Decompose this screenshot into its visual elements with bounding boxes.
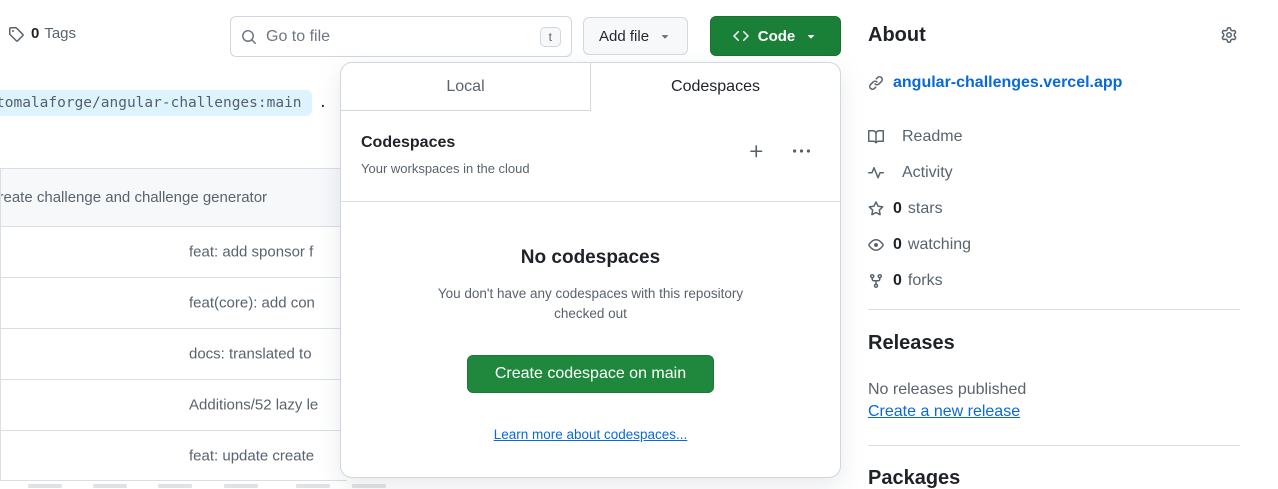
code-icon: [733, 28, 749, 44]
empty-state-description: You don't have any codespaces with this …: [436, 284, 746, 323]
sidebar-divider: [868, 445, 1240, 446]
table-row[interactable]: feat: add sponsor f: [1, 226, 347, 277]
repo-meta-list: Readme Activity 0 stars 0 watching: [868, 119, 971, 299]
about-heading: About: [868, 24, 926, 47]
code-dropdown-panel: Local Codespaces Codespaces Your workspa…: [340, 62, 841, 478]
codespaces-title: Codespaces: [361, 131, 530, 155]
fork-icon: [868, 273, 884, 289]
table-row[interactable]: feat: update create: [1, 430, 347, 481]
chevron-down-icon: [658, 29, 672, 43]
file-list: create challenge and challenge generator…: [0, 168, 347, 481]
new-codespace-plus-button[interactable]: [748, 143, 765, 160]
add-file-label: Add file: [599, 28, 649, 45]
code-button[interactable]: Code: [710, 16, 841, 56]
sidebar-divider: [868, 309, 1240, 310]
watching-link[interactable]: 0 watching: [868, 227, 971, 263]
create-codespace-button[interactable]: Create codespace on main: [467, 355, 714, 393]
no-releases-text: No releases published: [868, 381, 1026, 399]
search-placeholder: Go to file: [266, 28, 531, 46]
create-release-link[interactable]: Create a new release: [868, 403, 1020, 421]
table-border: [0, 480, 347, 481]
packages-heading[interactable]: Packages: [868, 467, 960, 489]
partial-row-fragment: [0, 484, 390, 489]
tags-label: Tags: [44, 25, 76, 42]
pulse-icon: [868, 165, 884, 181]
forks-link[interactable]: 0 forks: [868, 263, 971, 299]
kebab-menu-button[interactable]: [793, 143, 810, 160]
codespaces-subtitle: Your workspaces in the cloud: [361, 159, 530, 179]
clone-command-snippet: tomalaforge/angular-challenges:main .: [0, 90, 327, 116]
table-row[interactable]: Additions/52 lazy le: [1, 379, 347, 430]
code-dropdown-tabs: Local Codespaces: [341, 63, 840, 111]
commit-message[interactable]: create challenge and challenge generator: [1, 189, 267, 206]
commit-message[interactable]: feat: update create: [189, 448, 314, 465]
learn-more-link[interactable]: Learn more about codespaces...: [494, 427, 688, 442]
gear-icon[interactable]: [1221, 27, 1237, 43]
readme-link[interactable]: Readme: [868, 119, 971, 155]
activity-link[interactable]: Activity: [868, 155, 971, 191]
tags-summary[interactable]: 0 Tags: [8, 25, 76, 42]
add-file-button[interactable]: Add file: [583, 17, 688, 55]
code-button-label: Code: [758, 28, 796, 45]
search-icon: [241, 29, 257, 45]
latest-commit-row[interactable]: create challenge and challenge generator: [1, 169, 347, 226]
stars-link[interactable]: 0 stars: [868, 191, 971, 227]
code-highlight: tomalaforge/angular-challenges:main: [0, 90, 312, 116]
releases-heading[interactable]: Releases: [868, 332, 955, 355]
chevron-down-icon: [804, 29, 818, 43]
codespaces-header: Codespaces Your workspaces in the cloud: [341, 111, 840, 202]
go-to-file-input[interactable]: Go to file t: [230, 16, 572, 57]
link-icon: [868, 75, 884, 91]
commit-message[interactable]: feat(core): add con: [189, 295, 315, 312]
tags-count: 0: [31, 25, 39, 42]
commit-message[interactable]: feat: add sponsor f: [189, 244, 313, 261]
keyboard-shortcut-badge: t: [540, 27, 561, 47]
table-row[interactable]: feat(core): add con: [1, 277, 347, 328]
commit-message[interactable]: docs: translated to: [189, 346, 312, 363]
star-icon: [868, 201, 884, 217]
table-row[interactable]: docs: translated to: [1, 328, 347, 379]
commit-message[interactable]: Additions/52 lazy le: [189, 397, 318, 414]
tab-codespaces[interactable]: Codespaces: [590, 63, 840, 111]
empty-state-title: No codespaces: [341, 247, 840, 269]
tag-icon: [8, 26, 24, 42]
book-icon: [868, 129, 884, 145]
repo-website-row: angular-challenges.vercel.app: [868, 74, 1122, 92]
eye-icon: [868, 237, 884, 253]
tab-local[interactable]: Local: [341, 63, 590, 111]
website-link[interactable]: angular-challenges.vercel.app: [893, 74, 1122, 92]
github-repo-page: 0 Tags Go to file t Add file Code tomala…: [0, 0, 1278, 489]
codespaces-empty-state: No codespaces You don't have any codespa…: [341, 247, 840, 444]
